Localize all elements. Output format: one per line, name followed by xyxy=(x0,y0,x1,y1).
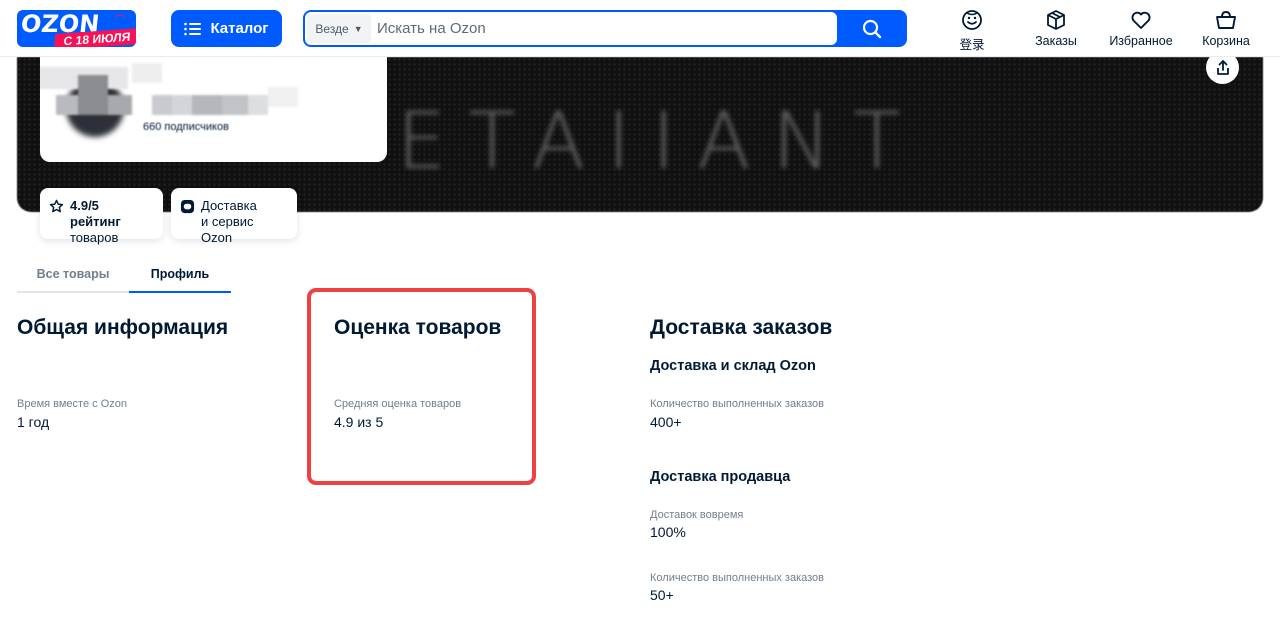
avg-rating-label: Средняя оценка товаров xyxy=(334,398,462,410)
search-icon xyxy=(862,19,882,38)
nav-orders[interactable]: Заказы xyxy=(1030,9,1082,48)
ozon-delivery-subtitle: Доставка и склад Ozon xyxy=(650,358,816,374)
time-with-ozon-value: 1 год xyxy=(17,414,50,430)
rating-badge[interactable]: 4.9/5 рейтинг товаров xyxy=(40,188,163,245)
search-button[interactable] xyxy=(837,10,907,47)
delivery-badge-line2: и сервис Ozon xyxy=(201,214,254,245)
top-header: OZON ⌒ С 18 ИЮЛЯ Каталог Везде ▼ Искать … xyxy=(0,0,1280,57)
profile-tabs: Все товары Профиль xyxy=(17,263,231,293)
seller-delivery-subtitle: Доставка продавца xyxy=(650,469,791,485)
tab-profile[interactable]: Профиль xyxy=(129,263,231,293)
rating-badge-text1: рейтинг xyxy=(70,214,121,229)
nav-login[interactable]: 登录 xyxy=(952,9,992,53)
nav-orders-label: Заказы xyxy=(1035,34,1077,48)
delivery-badge[interactable]: Доставка и сервис Ozon xyxy=(171,188,297,245)
seller-card[interactable]: 660 подписчиков xyxy=(40,57,387,162)
rating-badge-text2: товаров xyxy=(70,230,119,245)
general-info-title: Общая информация xyxy=(17,316,229,339)
catalog-button[interactable]: Каталог xyxy=(171,10,282,47)
seller-followers: 660 подписчиков xyxy=(143,121,229,133)
seller-orders-label: Количество выполненных заказов xyxy=(650,572,825,584)
nav-cart[interactable]: Корзина xyxy=(1197,9,1255,48)
ozon-logo[interactable]: OZON ⌒ С 18 ИЮЛЯ xyxy=(17,10,136,47)
basket-icon xyxy=(1216,11,1236,29)
nav-favorites[interactable]: Избранное xyxy=(1105,9,1177,48)
avg-rating-value: 4.9 из 5 xyxy=(334,414,384,430)
star-icon xyxy=(49,199,64,213)
search-scope-label: Везде xyxy=(315,21,349,36)
tab-all-products[interactable]: Все товары xyxy=(17,263,129,293)
time-with-ozon-label: Время вместе с Ozon xyxy=(17,398,127,410)
nav-favorites-label: Избранное xyxy=(1109,34,1173,48)
rating-badge-value: 4.9/5 xyxy=(70,198,99,213)
delivery-badge-line1: Доставка xyxy=(201,198,257,213)
box-icon xyxy=(1047,10,1065,30)
rating-badge-text: 4.9/5 рейтинг товаров xyxy=(70,198,153,246)
heart-icon xyxy=(1131,11,1151,29)
general-info-section: Общая информация xyxy=(17,316,228,340)
catalog-label: Каталог xyxy=(210,20,269,37)
ozon-orders-label: Количество выполненных заказов xyxy=(650,398,825,410)
caret-down-icon: ▼ xyxy=(353,23,363,34)
blurred-seller-name xyxy=(40,57,387,127)
delivery-section-title: Доставка заказов xyxy=(650,316,833,339)
search-input[interactable] xyxy=(377,12,827,45)
ozon-box-icon xyxy=(180,199,195,214)
hanger-icon: ⌒ xyxy=(113,14,126,28)
rating-section-title: Оценка товаров xyxy=(334,316,502,339)
nav-cart-label: Корзина xyxy=(1202,34,1250,48)
menu-icon xyxy=(184,22,202,35)
share-icon xyxy=(1216,59,1229,75)
search-field-wrap: Везде ▼ xyxy=(305,12,837,45)
search-scope-select[interactable]: Везде ▼ xyxy=(307,14,371,43)
smile-icon xyxy=(962,10,982,30)
banner-brand-text: ETAIIANT xyxy=(397,97,923,187)
nav-login-label: 登录 xyxy=(959,38,985,52)
ontime-value: 100% xyxy=(650,524,686,540)
ontime-label: Доставок вовремя xyxy=(650,509,744,521)
search-bar: Везде ▼ xyxy=(303,10,907,47)
ozon-orders-value: 400+ xyxy=(650,414,682,430)
delivery-badge-text: Доставка и сервис Ozon xyxy=(201,198,287,246)
seller-orders-value: 50+ xyxy=(650,587,674,603)
